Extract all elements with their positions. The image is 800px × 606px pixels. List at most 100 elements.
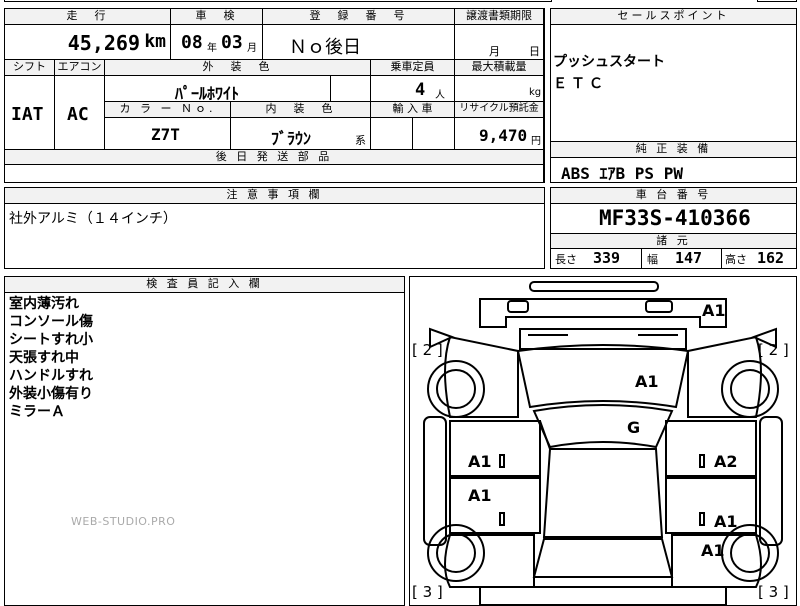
capacity-value: 4 [415,80,426,100]
color-no-value: Z7T [151,125,180,144]
damage-mark-hood: A1 [635,372,659,391]
shift-value: IAT [11,104,44,125]
exterior-color-extra-cell [331,76,371,102]
exterior-color-value: ﾊﾟｰﾙﾎﾜｲﾄ [175,84,240,103]
inspector-note: 天張すれ中 [9,350,79,366]
inspection-year: 08 [181,32,203,53]
color-no-cell: Z7T [105,118,231,150]
registration-value: Ｎｏ後日 [289,37,361,58]
inspection-month: 03 [221,32,243,53]
capacity-cell: 4 人 [371,76,455,102]
sales-point-line-1: プッシュスタート [553,54,665,70]
top-strip-fragment [4,0,552,2]
sales-point-box: セールスポイント プッシュスタート ＥＴＣ [550,8,797,142]
color-no-header: カ ラ ー Ｎｏ. [105,102,231,118]
dimensions-row: 長さ 339 幅 147 高さ 162 [551,248,796,268]
dimensions-header: 諸 元 [551,233,796,249]
genuine-equipment-value: ABS ｴｱB PS PW [561,164,683,183]
sales-point-header: セールスポイント [551,9,796,25]
notes-header: 注 意 事 項 欄 [5,188,544,204]
mileage-cell: 45,269 km [5,25,171,60]
inspection-header: 車 検 [171,9,263,25]
watermark: WEB-STUDIO.PRO [71,515,176,528]
dim-divider-1 [641,248,642,268]
inspector-header: 検 査 員 記 入 欄 [5,277,404,293]
height-label: 高さ [725,253,747,266]
damage-mark-left-front-door: A1 [468,452,492,471]
interior-color-unit: 系 [355,134,366,147]
damage-mark-right-rear-fender: A1 [701,541,725,560]
damage-mark-top-right: A1 [702,301,726,320]
notes-box: 注 意 事 項 欄 社外アルミ（１４インチ） [4,187,545,269]
later-parts-cell [5,165,544,182]
capacity-header: 乗車定員 [371,60,455,76]
notes-value: 社外アルミ（１４インチ） [9,211,177,227]
car-diagram [423,281,783,605]
chassis-header: 車 台 番 号 [551,188,796,204]
inspector-note: コンソール傷 [9,314,93,330]
length-value: 339 [593,249,621,267]
transfer-deadline-header: 譲渡書類期限 [455,9,544,25]
vehicle-info-table: 走 行 車 検 登 録 番 号 譲渡書類期限 45,269 km 08 年 03… [4,8,545,183]
bracket-left-bottom: [ 3 ] [412,583,443,601]
chassis-number: MF33S-410366 [599,206,751,230]
inspector-note: 外装小傷有り [9,386,93,402]
registration-cell: Ｎｏ後日 [263,25,455,60]
top-strip-fragment-right [757,0,797,2]
dim-divider-2 [721,248,722,268]
aircon-value: AC [67,104,89,125]
interior-color-value: ﾌﾞﾗｳﾝ [271,129,312,148]
max-load-unit: kg [529,87,542,98]
shift-cell: IAT [5,76,55,150]
max-load-cell: kg [455,76,544,102]
length-label: 長さ [555,253,577,266]
chassis-box: 車 台 番 号 MF33S-410366 諸 元 長さ 339 幅 147 高さ… [550,187,797,269]
sales-point-line-2: ＥＴＣ [553,76,607,92]
inspector-notes: 室内薄汚れ コンソール傷 シートすれ小 天張すれ中 ハンドルすれ 外装小傷有り … [9,295,93,421]
inspection-cell: 08 年 03 月 [171,25,263,60]
damage-mark-windshield: G [627,418,641,437]
recycle-header: リサイクル預託金 [455,102,544,118]
genuine-equipment-box: 純 正 装 備 ABS ｴｱB PS PW [550,141,797,183]
bracket-right-top: [ 2 ] [758,341,789,359]
inspector-note: 室内薄汚れ [9,296,79,312]
height-value: 162 [757,249,785,267]
transfer-day-unit: 日 [529,45,540,58]
damage-mark-right-front-door: A2 [714,452,738,471]
mileage-unit: km [144,31,166,52]
inspector-note: シートすれ小 [9,332,93,348]
mileage-value: 45,269 [67,31,140,55]
inspector-note: ハンドルすれ [9,368,93,384]
exterior-color-header: 外 装 色 [105,60,371,76]
recycle-cell: 9,470 円 [455,118,544,150]
transfer-deadline-cell: 月 日 [455,25,544,60]
inspector-box: 検 査 員 記 入 欄 室内薄汚れ コンソール傷 シートすれ小 天張すれ中 ハン… [4,276,405,606]
capacity-unit: 人 [435,90,445,101]
inspector-note: ミラーＡ [9,404,65,420]
mileage-header: 走 行 [5,9,171,25]
exterior-color-cell: ﾊﾟｰﾙﾎﾜｲﾄ [105,76,331,103]
import-header: 輸 入 車 [371,102,455,118]
genuine-equipment-header: 純 正 装 備 [551,142,796,158]
shift-header: シフト [5,60,55,76]
bracket-left-top: [ 2 ] [412,341,443,359]
width-label: 幅 [647,253,658,266]
recycle-value: 9,470 [479,126,528,145]
recycle-unit: 円 [531,136,541,147]
aircon-header: エアコン [55,60,105,76]
width-value: 147 [675,249,703,267]
max-load-header: 最大積載量 [455,60,544,76]
interior-color-cell: ﾌﾞﾗｳﾝ 系 [231,118,371,150]
interior-color-header: 内 装 色 [231,102,371,118]
aircon-cell: AC [55,76,105,150]
import-cell-left [371,118,413,150]
later-parts-header: 後 日 発 送 部 品 [5,150,544,165]
damage-diagram-box: A1 A1 G A1 A1 A2 A1 A1 [ 2 ] [ 2 ] [ 3 ]… [409,276,797,606]
import-cell-right [413,118,455,150]
damage-mark-left-rear-door: A1 [468,486,492,505]
damage-mark-right-rear-door: A1 [714,512,738,531]
registration-header: 登 録 番 号 [263,9,455,25]
bracket-right-bottom: [ 3 ] [758,583,789,601]
inspection-month-unit: 月 [247,43,257,54]
inspection-year-unit: 年 [207,43,217,54]
